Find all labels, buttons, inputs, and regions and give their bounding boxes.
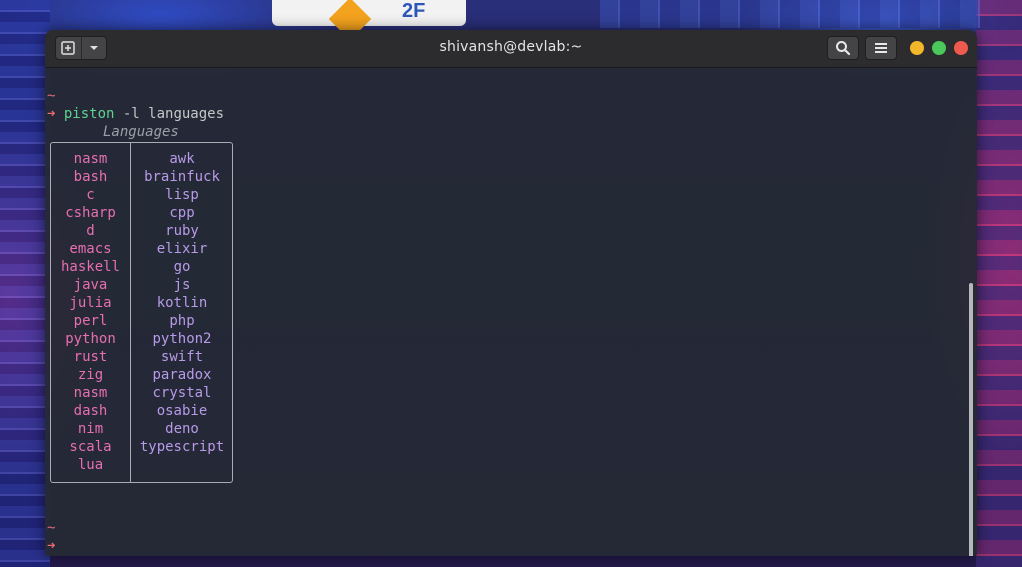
language-item: paradox xyxy=(152,367,212,383)
hamburger-menu-icon xyxy=(875,43,887,53)
language-item: rust xyxy=(73,349,108,365)
minimize-button[interactable] xyxy=(910,41,924,55)
language-item: lua xyxy=(77,457,104,473)
language-item: haskell xyxy=(60,259,120,275)
language-item: python2 xyxy=(152,331,212,347)
wallpaper-top-signs xyxy=(600,0,980,28)
language-item: d xyxy=(86,223,95,239)
languages-table-title: Languages xyxy=(103,124,179,140)
language-item: elixir xyxy=(156,241,208,257)
prompt-arrow: ➜ xyxy=(47,106,56,122)
language-item: crystal xyxy=(152,385,212,401)
language-item: cpp xyxy=(169,205,195,221)
command-args: -l languages xyxy=(114,106,225,122)
language-item: awk xyxy=(169,151,195,167)
wallpaper-right-lights xyxy=(976,0,1022,567)
titlebar: shivansh@devlab:~ xyxy=(45,30,977,68)
command-line: ➜ piston -l languages xyxy=(47,105,224,123)
search-button[interactable] xyxy=(827,36,859,60)
language-item: c xyxy=(86,187,95,203)
language-item: typescript xyxy=(139,439,225,455)
language-item: perl xyxy=(73,313,108,329)
language-item: julia xyxy=(69,295,112,311)
search-icon xyxy=(836,41,851,56)
language-item: js xyxy=(173,277,191,293)
wallpaper-left-lights xyxy=(0,0,50,567)
language-item: csharp xyxy=(65,205,116,221)
wallpaper-sign-text: 2F xyxy=(402,0,426,22)
menu-button[interactable] xyxy=(865,36,897,60)
close-button[interactable] xyxy=(954,41,968,55)
languages-left-column: nasm bash c csharp d emacs haskell java … xyxy=(51,150,130,474)
language-item: nasm xyxy=(73,151,108,167)
language-item: java xyxy=(73,277,108,293)
language-item: nim xyxy=(77,421,104,437)
languages-right-column: awk brainfuck lisp cpp ruby elixir go js… xyxy=(131,150,233,456)
language-item: php xyxy=(169,313,195,329)
language-item: emacs xyxy=(69,241,112,257)
language-item: scala xyxy=(69,439,112,455)
languages-table: nasm bash c csharp d emacs haskell java … xyxy=(50,142,233,483)
final-prompt-tilde: ~ xyxy=(47,520,56,536)
language-item: lisp xyxy=(165,187,199,203)
maximize-button[interactable] xyxy=(932,41,946,55)
final-prompt-arrow: ➜ xyxy=(47,538,56,554)
scrollbar[interactable] xyxy=(969,283,973,556)
language-item: osabie xyxy=(156,403,208,419)
language-item: swift xyxy=(160,349,204,365)
terminal-output[interactable]: ~ ➜ piston -l languages Languages nasm b… xyxy=(45,68,977,556)
language-item: kotlin xyxy=(156,295,208,311)
language-item: go xyxy=(173,259,191,275)
prompt-tilde: ~ xyxy=(47,88,56,104)
wallpaper-sign xyxy=(272,0,466,26)
language-item: zig xyxy=(77,367,104,383)
language-item: python xyxy=(65,331,116,347)
language-item: ruby xyxy=(165,223,199,239)
terminal-window: shivansh@devlab:~ ~ ➜ piston -l language… xyxy=(45,30,977,556)
language-item: deno xyxy=(165,421,199,437)
language-item: brainfuck xyxy=(144,169,220,185)
language-item: bash xyxy=(73,169,108,185)
command-name: piston xyxy=(63,106,115,122)
language-item: nasm xyxy=(73,385,108,401)
language-item: dash xyxy=(73,403,108,419)
